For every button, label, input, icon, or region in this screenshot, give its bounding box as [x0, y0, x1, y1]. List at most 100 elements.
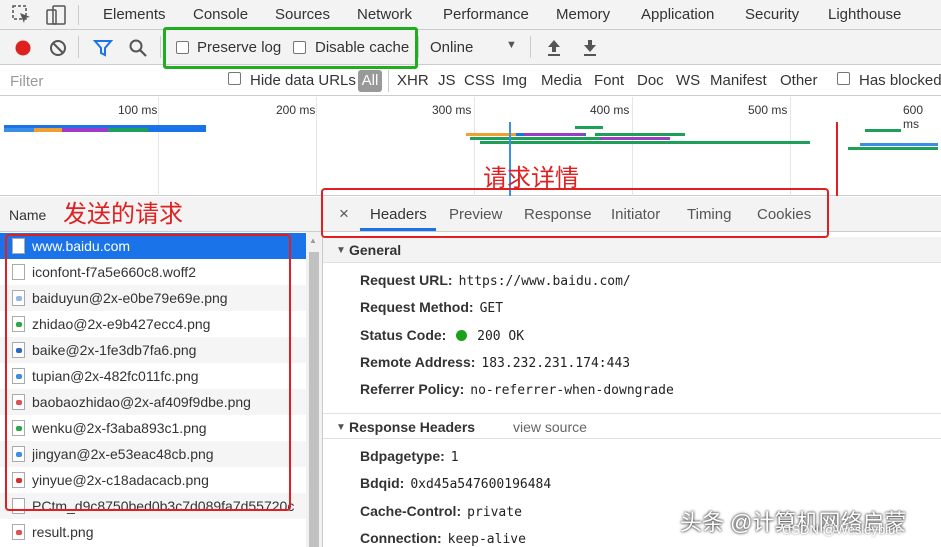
- image-file-icon: [12, 524, 25, 540]
- grid-line: [474, 97, 475, 196]
- timeline-bar: [34, 128, 62, 132]
- device-toolbar-icon[interactable]: [45, 4, 67, 26]
- general-section-header[interactable]: ▼ General: [323, 237, 941, 263]
- filter-type-other[interactable]: Other: [780, 72, 818, 89]
- chevron-down-icon[interactable]: ▼: [506, 39, 517, 51]
- throttling-select[interactable]: Online: [430, 39, 473, 56]
- tick-label: 400 ms: [590, 103, 630, 117]
- header-row: Bdqid: 0xd45a547600196484: [360, 475, 552, 492]
- has-blocked-checkbox[interactable]: [837, 72, 850, 85]
- grid-line: [790, 97, 791, 196]
- scroll-up-arrow-icon[interactable]: ▲: [309, 236, 317, 245]
- header-row: Request Method: GET: [360, 299, 504, 316]
- requests-highlight: [5, 234, 291, 511]
- header-row: Remote Address: 183.232.231.174:443: [360, 354, 631, 371]
- timeline-bar: [148, 128, 206, 132]
- tick-label: 300 ms: [432, 103, 472, 117]
- hide-data-urls-label: Hide data URLs: [250, 72, 356, 89]
- timeline-bar: [575, 126, 603, 129]
- tab-network[interactable]: Network: [357, 0, 413, 29]
- filter-type-css[interactable]: CSS: [464, 72, 495, 89]
- filter-input[interactable]: Filter: [3, 69, 211, 93]
- record-icon[interactable]: [13, 38, 33, 58]
- timeline-bar: [480, 141, 810, 144]
- expand-triangle-icon: ▼: [336, 245, 346, 256]
- response-headers-title: Response Headers: [349, 419, 476, 435]
- filter-icon[interactable]: [93, 38, 113, 58]
- timeline-bar: [860, 143, 938, 146]
- export-har-icon[interactable]: [581, 38, 599, 58]
- response-headers-section-header[interactable]: ▼ Response Headers view source: [323, 413, 941, 439]
- divider: [418, 36, 419, 58]
- import-har-icon[interactable]: [545, 38, 563, 58]
- filter-placeholder: Filter: [10, 73, 44, 90]
- timeline-overview[interactable]: 100 ms 200 ms 300 ms 400 ms 500 ms 600 m…: [0, 97, 941, 196]
- tick-label: 200 ms: [276, 103, 316, 117]
- tab-memory[interactable]: Memory: [556, 0, 610, 29]
- timeline-bar: [524, 133, 584, 136]
- has-blocked-label: Has blocked: [859, 72, 941, 89]
- tick-label: 600 ms: [903, 103, 924, 131]
- filter-type-js[interactable]: JS: [438, 72, 456, 89]
- filter-type-all[interactable]: All: [358, 70, 382, 92]
- tick-label: 100 ms: [118, 103, 158, 117]
- request-row[interactable]: result.png: [0, 519, 306, 545]
- header-row: Status Code: 200 OK: [360, 327, 525, 344]
- headers-panel: ▼ General Request URL: https://www.baidu.…: [322, 232, 941, 547]
- tab-sources[interactable]: Sources: [275, 0, 330, 29]
- tick-label: 500 ms: [748, 103, 788, 117]
- scrollbar-thumb[interactable]: [309, 252, 319, 547]
- filter-type-ws[interactable]: WS: [676, 72, 700, 89]
- header-row: Request URL: https://www.baidu.com/: [360, 272, 631, 289]
- timeline-bar: [595, 133, 685, 136]
- timeline-bar: [865, 129, 901, 132]
- detail-tabs-highlight: [321, 188, 829, 238]
- filter-type-manifest[interactable]: Manifest: [710, 72, 767, 89]
- grid-line: [632, 97, 633, 196]
- clear-icon[interactable]: [48, 38, 68, 58]
- header-row: Connection: keep-alive: [360, 530, 526, 547]
- filter-type-img[interactable]: Img: [502, 72, 527, 89]
- general-title: General: [349, 242, 402, 258]
- tab-application[interactable]: Application: [641, 0, 714, 29]
- annotation-details: 请求详情: [483, 164, 579, 192]
- timeline-bar: [108, 128, 148, 132]
- filter-type-font[interactable]: Font: [594, 72, 624, 89]
- header-row: Bdpagetype: 1: [360, 448, 459, 465]
- tab-security[interactable]: Security: [745, 0, 799, 29]
- tab-lighthouse[interactable]: Lighthouse: [828, 0, 901, 29]
- divider: [530, 36, 531, 58]
- divider: [160, 36, 161, 58]
- filter-bar: Filter Hide data URLs All XHR JS CSS Img…: [0, 66, 941, 96]
- header-row: Referrer Policy: no-referrer-when-downgra…: [360, 381, 674, 398]
- tab-performance[interactable]: Performance: [443, 0, 529, 29]
- expand-triangle-icon: ▼: [336, 422, 346, 433]
- filter-type-doc[interactable]: Doc: [637, 72, 664, 89]
- load-event-marker: [836, 122, 838, 196]
- timeline-bar: [600, 137, 670, 140]
- status-ok-icon: [456, 330, 468, 341]
- watermark-csdn: CSDN @Wesleyblue: [782, 522, 903, 537]
- divider: [388, 70, 389, 92]
- cache-options-highlight: [163, 27, 418, 69]
- inspect-element-icon[interactable]: [12, 5, 32, 25]
- hide-data-urls-checkbox[interactable]: [228, 72, 241, 85]
- timeline-bar: [848, 147, 938, 150]
- view-source-link[interactable]: view source: [513, 419, 587, 435]
- devtools-tab-bar: Elements Console Sources Network Perform…: [0, 0, 941, 30]
- grid-line: [158, 97, 159, 196]
- filter-type-media[interactable]: Media: [541, 72, 582, 89]
- divider: [78, 5, 79, 25]
- tab-console[interactable]: Console: [193, 0, 248, 29]
- timeline-bar: [62, 128, 108, 132]
- tab-elements[interactable]: Elements: [103, 0, 166, 29]
- annotation-requests: 发送的请求: [63, 200, 183, 228]
- divider: [78, 36, 79, 58]
- name-header-label: Name: [9, 207, 47, 223]
- network-toolbar: Preserve log Disable cache Online ▼: [0, 30, 941, 65]
- search-icon[interactable]: [128, 38, 148, 58]
- timeline-bar: [4, 128, 34, 132]
- grid-line: [316, 97, 317, 196]
- request-name: result.png: [32, 524, 94, 540]
- filter-type-xhr[interactable]: XHR: [397, 72, 429, 89]
